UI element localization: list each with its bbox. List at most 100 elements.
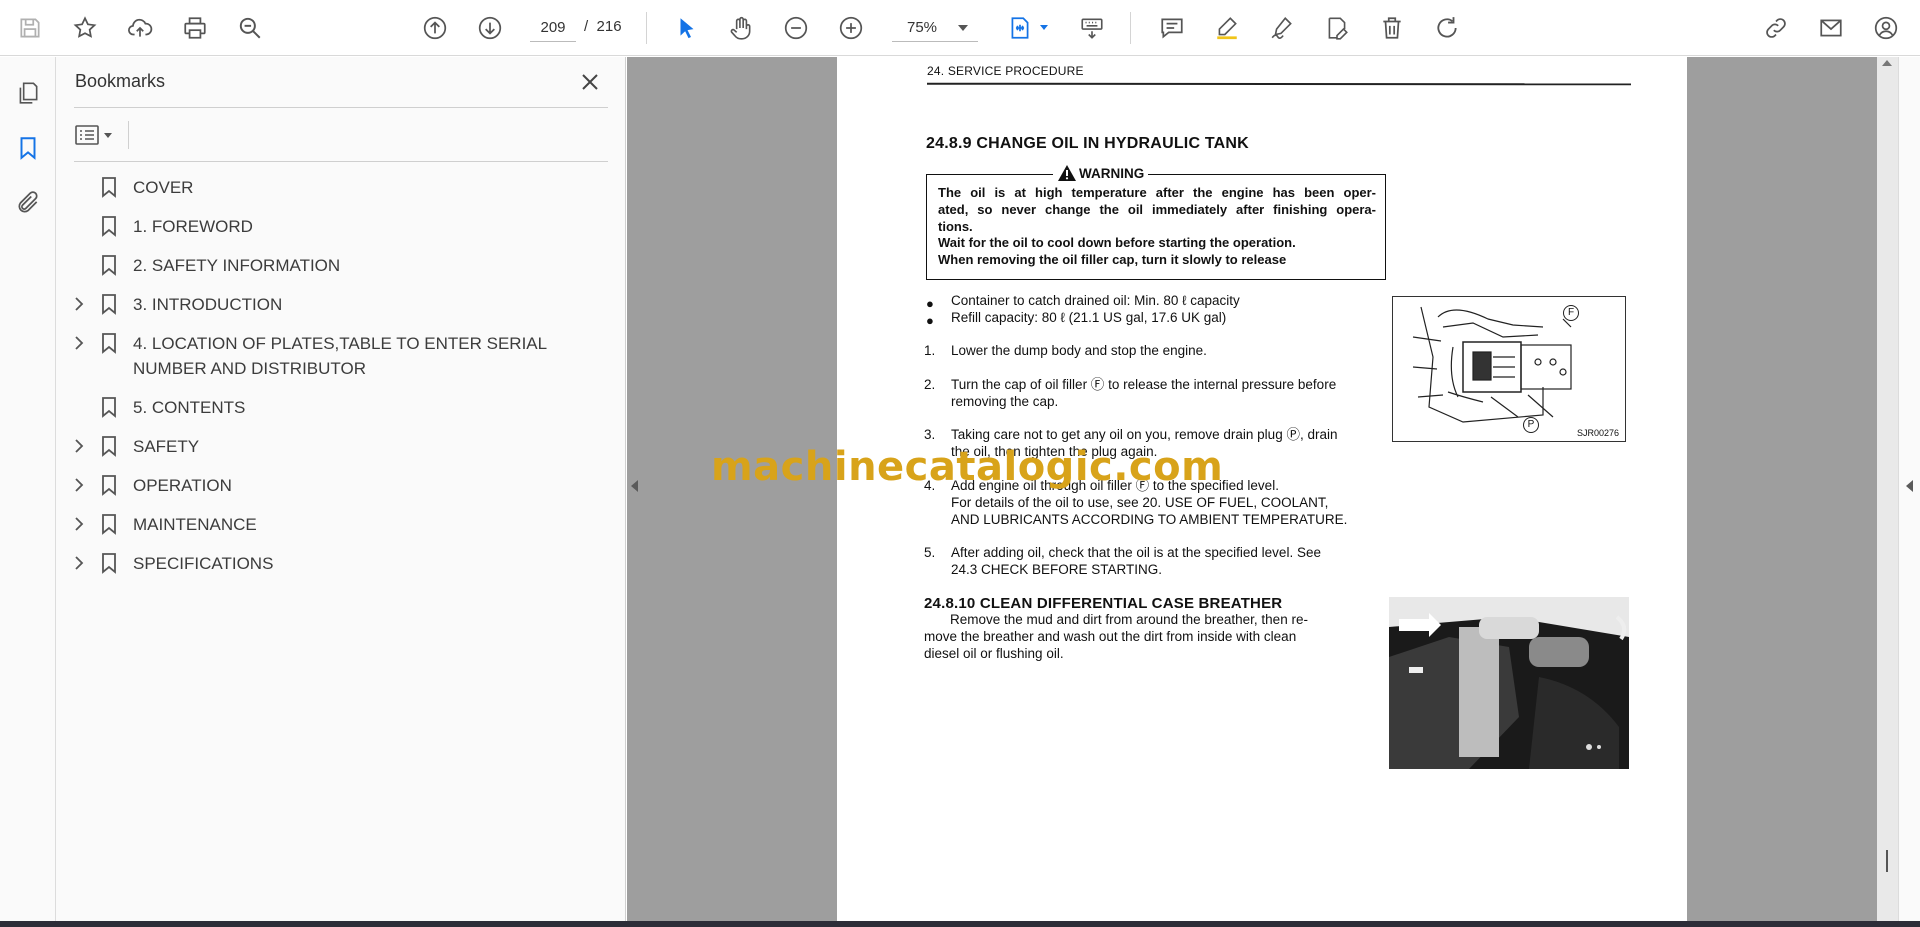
- email-icon[interactable]: [1813, 10, 1849, 46]
- bookmark-item[interactable]: 4. LOCATION OF PLATES,TABLE TO ENTER SER…: [56, 323, 626, 387]
- bookmark-label: 4. LOCATION OF PLATES,TABLE TO ENTER SER…: [133, 334, 547, 378]
- chevron-down-icon: [104, 132, 112, 138]
- page-header: 24. SERVICE PROCEDURE: [927, 64, 1084, 78]
- step-text: Turn the cap of oil filler Ⓕ to release …: [951, 377, 1337, 392]
- step-number: 3.: [924, 427, 936, 442]
- comment-icon[interactable]: [1154, 10, 1190, 46]
- chevron-right-icon[interactable]: [67, 473, 91, 497]
- bookmark-icon: [97, 214, 121, 238]
- divider: [128, 121, 129, 149]
- toolbar-divider: [646, 12, 647, 44]
- bookmark-label: SAFETY: [133, 437, 200, 456]
- toolbar-divider: [1130, 12, 1131, 44]
- collapse-panel-icon[interactable]: [631, 480, 638, 492]
- paragraph-line: Remove the mud and dirt from around the …: [950, 612, 1308, 627]
- sign-icon[interactable]: [1264, 10, 1300, 46]
- print-icon[interactable]: [177, 10, 213, 46]
- edit-document-icon[interactable]: [1319, 10, 1355, 46]
- keyboard-icon[interactable]: [1074, 10, 1110, 46]
- bookmark-item[interactable]: 5. CONTENTS: [56, 387, 626, 426]
- user-account-icon[interactable]: [1868, 10, 1904, 46]
- bookmark-item[interactable]: 2. SAFETY INFORMATION: [56, 245, 626, 284]
- figure-label-f: F: [1563, 305, 1579, 321]
- chevron-right-icon[interactable]: [67, 551, 91, 575]
- list-options-icon: [75, 125, 99, 145]
- warning-title: WARNING: [1053, 164, 1149, 182]
- chevron-right-icon[interactable]: [67, 512, 91, 536]
- chevron-right-icon[interactable]: [67, 331, 91, 355]
- warning-box: WARNING The oil is at high temperature a…: [926, 164, 1386, 280]
- save-icon[interactable]: [12, 10, 48, 46]
- bookmark-icon: [97, 253, 121, 277]
- rotate-icon[interactable]: [1429, 10, 1465, 46]
- bullet-dot: ●: [926, 313, 934, 328]
- hand-tool-icon[interactable]: [723, 10, 759, 46]
- bookmark-label: OPERATION: [133, 476, 232, 495]
- step-text: For details of the oil to use, see 20. U…: [951, 495, 1329, 510]
- page-thumbnails-icon[interactable]: [10, 75, 46, 111]
- figure-label-p: P: [1523, 417, 1539, 433]
- share-link-icon[interactable]: [1758, 10, 1794, 46]
- chevron-down-icon: [958, 24, 968, 31]
- search-icon[interactable]: [232, 10, 268, 46]
- zoom-out-icon[interactable]: [778, 10, 814, 46]
- scrollbar-thumb[interactable]: [1886, 850, 1888, 872]
- bullet-text: Container to catch drained oil: Min. 80 …: [951, 293, 1240, 308]
- zoom-value: 75%: [906, 19, 938, 36]
- bookmark-label: COVER: [133, 178, 194, 197]
- bookmark-label: 3. INTRODUCTION: [133, 295, 283, 314]
- trash-icon[interactable]: [1374, 10, 1410, 46]
- chevron-right-icon[interactable]: [67, 292, 91, 316]
- panel-title: Bookmarks: [75, 71, 166, 91]
- divider: [74, 107, 608, 108]
- zoom-in-icon[interactable]: [833, 10, 869, 46]
- attachment-icon[interactable]: [10, 185, 46, 221]
- bookmark-icon: [97, 551, 121, 575]
- next-page-icon[interactable]: [472, 10, 508, 46]
- zoom-select[interactable]: 75%: [892, 14, 978, 42]
- step-text: Taking care not to get any oil on you, r…: [951, 427, 1338, 442]
- divider: [74, 161, 608, 162]
- page-number-input[interactable]: [530, 14, 576, 42]
- bookmark-item[interactable]: SPECIFICATIONS: [56, 543, 626, 582]
- bookmark-icon: [97, 512, 121, 536]
- previous-page-icon[interactable]: [417, 10, 453, 46]
- star-icon[interactable]: [67, 10, 103, 46]
- step-number: 2.: [924, 377, 936, 392]
- breather-photo: [1389, 597, 1629, 769]
- expand-right-panel-icon[interactable]: [1906, 480, 1913, 492]
- close-icon[interactable]: [575, 67, 605, 97]
- hydraulic-tank-diagram: F P SJR00276: [1392, 296, 1626, 442]
- bookmark-item[interactable]: SAFETY: [56, 426, 626, 465]
- taskbar-strip: [0, 921, 1920, 927]
- bookmark-item[interactable]: COVER: [56, 167, 626, 206]
- paragraph-line: diesel oil or flushing oil.: [924, 646, 1064, 661]
- bookmark-list: COVER 1. FOREWORD 2. SAFETY INFORMATION …: [56, 167, 626, 582]
- fit-page-icon[interactable]: [1002, 10, 1038, 46]
- highlight-pen-icon[interactable]: [1209, 10, 1245, 46]
- bookmark-label: SPECIFICATIONS: [133, 554, 274, 573]
- bookmark-panel-icon[interactable]: [10, 130, 46, 166]
- paragraph-line: move the breather and wash out the dirt …: [924, 629, 1297, 644]
- cloud-upload-icon[interactable]: [122, 10, 158, 46]
- bookmarks-panel: Bookmarks COVER 1. FOREWORD 2. SAFETY IN…: [56, 57, 626, 921]
- bullet-text: Refill capacity: 80 ℓ (21.1 US gal, 17.6…: [951, 310, 1227, 325]
- bookmark-label: 2. SAFETY INFORMATION: [133, 256, 341, 275]
- vertical-scrollbar[interactable]: [1877, 57, 1898, 921]
- fit-page-dropdown-icon[interactable]: [1040, 25, 1048, 30]
- bookmark-item[interactable]: OPERATION: [56, 465, 626, 504]
- bookmark-icon: [97, 395, 121, 419]
- bookmark-icon: [97, 434, 121, 458]
- bookmark-label: MAINTENANCE: [133, 515, 257, 534]
- warning-text: The oil is at high temperature after the…: [938, 185, 1376, 268]
- step-text: Lower the dump body and stop the engine.: [951, 343, 1207, 358]
- select-cursor-icon[interactable]: [669, 10, 705, 46]
- bookmark-options-button[interactable]: [74, 119, 122, 151]
- bookmark-item[interactable]: MAINTENANCE: [56, 504, 626, 543]
- bookmark-item[interactable]: 3. INTRODUCTION: [56, 284, 626, 323]
- chevron-right-icon[interactable]: [67, 434, 91, 458]
- bookmark-icon: [97, 331, 121, 355]
- bookmark-item[interactable]: 1. FOREWORD: [56, 206, 626, 245]
- section-title: 24.8.10 CLEAN DIFFERENTIAL CASE BREATHER: [924, 595, 1283, 612]
- scroll-up-icon[interactable]: [1882, 60, 1892, 66]
